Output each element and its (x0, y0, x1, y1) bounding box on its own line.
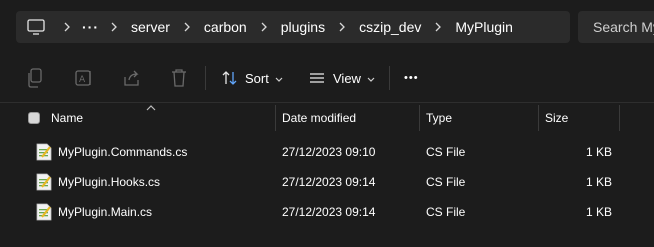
rename-icon[interactable]: A (72, 66, 96, 90)
svg-text:A: A (79, 75, 86, 85)
column-divider[interactable] (538, 105, 539, 131)
chevron-down-icon (275, 71, 283, 86)
column-date-modified[interactable]: Date modified (282, 103, 356, 133)
sort-label: Sort (245, 70, 269, 86)
column-divider[interactable] (419, 105, 420, 131)
command-bar: A Sort View ••• (0, 54, 654, 102)
address-bar[interactable]: ··· server carbon plugins cszip_dev MyPl… (16, 11, 570, 43)
file-size: 1 KB (585, 175, 612, 189)
column-header: Name Date modified Type Size (0, 103, 654, 133)
more-options-button[interactable]: ••• (404, 66, 419, 90)
view-label: View (333, 70, 361, 86)
cs-file-icon (36, 143, 52, 161)
view-icon (309, 71, 325, 85)
file-type: CS File (426, 205, 466, 219)
column-name[interactable]: Name (51, 103, 83, 133)
chevron-right-icon[interactable] (253, 21, 275, 33)
file-date: 27/12/2023 09:10 (282, 145, 376, 159)
breadcrumb-item-myplugin[interactable]: MyPlugin (449, 19, 519, 35)
copy-icon[interactable] (23, 66, 47, 90)
cs-file-icon (36, 203, 52, 221)
file-type: CS File (426, 145, 466, 159)
share-icon[interactable] (120, 66, 144, 90)
file-type: CS File (426, 175, 466, 189)
view-button[interactable]: View (309, 66, 375, 90)
file-size: 1 KB (585, 145, 612, 159)
column-divider[interactable] (275, 105, 276, 131)
sort-icon (222, 70, 238, 86)
file-size: 1 KB (585, 205, 612, 219)
breadcrumb-item-carbon[interactable]: carbon (198, 19, 253, 35)
file-name[interactable]: MyPlugin.Hooks.cs (58, 167, 160, 197)
chevron-down-icon (367, 71, 375, 86)
column-type[interactable]: Type (426, 103, 452, 133)
file-date: 27/12/2023 09:14 (282, 175, 376, 189)
file-name[interactable]: MyPlugin.Main.cs (58, 197, 152, 227)
table-row[interactable]: MyPlugin.Commands.cs 27/12/2023 09:10 CS… (0, 137, 654, 167)
column-size[interactable]: Size (545, 103, 568, 133)
address-row: ··· server carbon plugins cszip_dev MyPl… (0, 0, 654, 54)
file-name[interactable]: MyPlugin.Commands.cs (58, 137, 187, 167)
select-all-checkbox[interactable] (28, 112, 40, 124)
sort-button[interactable]: Sort (222, 66, 283, 90)
file-date: 27/12/2023 09:14 (282, 205, 376, 219)
breadcrumb-item-cszip-dev[interactable]: cszip_dev (353, 19, 427, 35)
chevron-right-icon[interactable] (427, 21, 449, 33)
breadcrumb-item-server[interactable]: server (125, 19, 176, 35)
column-divider[interactable] (619, 105, 620, 131)
chevron-right-icon[interactable] (331, 21, 353, 33)
delete-icon[interactable] (167, 66, 191, 90)
monitor-icon[interactable] (16, 19, 56, 35)
chevron-right-icon[interactable] (103, 21, 125, 33)
chevron-right-icon[interactable] (56, 21, 78, 33)
table-row[interactable]: MyPlugin.Main.cs 27/12/2023 09:14 CS Fil… (0, 197, 654, 227)
breadcrumb-item-plugins[interactable]: plugins (275, 19, 331, 35)
toolbar-divider (389, 66, 390, 90)
breadcrumb-overflow[interactable]: ··· (78, 19, 103, 35)
chevron-up-icon (146, 100, 156, 114)
toolbar-divider (205, 66, 206, 90)
cs-file-icon (36, 173, 52, 191)
table-row[interactable]: MyPlugin.Hooks.cs 27/12/2023 09:14 CS Fi… (0, 167, 654, 197)
search-input[interactable]: Search My (578, 11, 654, 43)
chevron-right-icon[interactable] (176, 21, 198, 33)
